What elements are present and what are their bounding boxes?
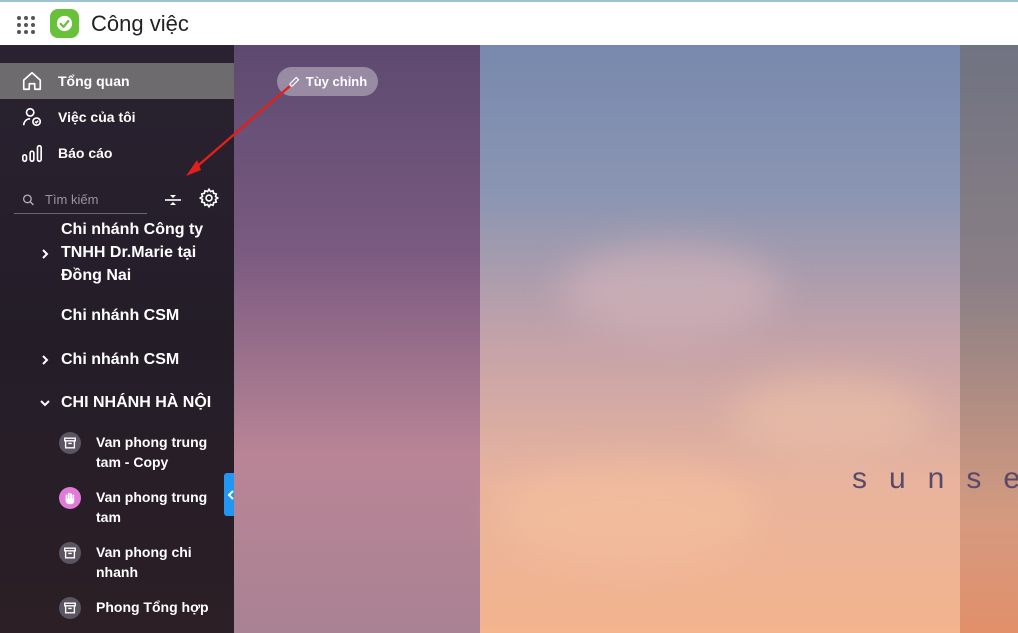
- search-input[interactable]: [43, 191, 147, 208]
- tree-item-label: Chi nhánh CSM: [61, 351, 180, 368]
- chevron-right-icon[interactable]: [38, 247, 52, 261]
- tree-item-label: CHI NHÁNH HÀ NỘI: [61, 394, 212, 411]
- home-icon: [21, 70, 43, 92]
- nav-label: Tổng quan: [58, 73, 130, 89]
- tree-item-label: Chi nhánh CSM: [61, 307, 180, 324]
- top-bar: Công việc: [0, 0, 1018, 45]
- background-panel-right: [960, 45, 1018, 633]
- archive-icon: [59, 432, 81, 454]
- archive-icon: [59, 597, 81, 619]
- search-icon: [22, 193, 34, 205]
- tree-item-csm-2[interactable]: Chi nhánh CSM: [0, 348, 234, 371]
- chevron-down-icon[interactable]: [38, 396, 52, 410]
- check-logo-icon: [50, 9, 79, 38]
- tree-item-label: Chi nhánh Công ty TNHH Dr.Marie tại Đồng…: [61, 221, 204, 284]
- app-title: Công việc: [91, 11, 189, 36]
- tree-item-dong-nai[interactable]: Chi nhánh Công ty TNHH Dr.Marie tại Đồng…: [0, 218, 234, 288]
- background-panel-left: [234, 45, 480, 633]
- pencil-icon: [288, 76, 300, 87]
- sub-item[interactable]: Van phong chi nhanh: [0, 542, 234, 584]
- hand-icon: [59, 487, 81, 509]
- sub-item-label: Van phong trung tam - Copy: [96, 434, 208, 470]
- user-check-icon: [21, 106, 43, 128]
- tree-item-ha-noi[interactable]: CHI NHÁNH HÀ NỘI: [0, 391, 234, 414]
- archive-icon: [59, 542, 81, 564]
- apps-grid-icon[interactable]: [17, 16, 35, 34]
- nav-label: Báo cáo: [58, 145, 113, 161]
- chevron-right-icon[interactable]: [38, 353, 52, 367]
- nav-item-reports[interactable]: Báo cáo: [0, 135, 234, 171]
- tree-item-csm[interactable]: Chi nhánh CSM: [0, 304, 234, 327]
- gear-icon[interactable]: [198, 187, 220, 209]
- bar-chart-icon: [21, 142, 43, 164]
- sub-item-label: Phong Tổng hợp: [96, 599, 209, 615]
- sub-item[interactable]: Van phong trung tam - Copy: [0, 432, 234, 474]
- background-text: sunse: [852, 462, 1018, 495]
- customize-button[interactable]: Tùy chỉnh: [277, 67, 378, 96]
- search-box: [14, 186, 147, 214]
- sub-item-label: Van phong trung tam: [96, 489, 208, 525]
- sub-item-label: Van phong chi nhanh: [96, 544, 192, 580]
- nav-item-overview[interactable]: Tổng quan: [0, 63, 234, 99]
- nav-label: Việc của tôi: [58, 109, 136, 125]
- sub-item[interactable]: Van phong trung tam: [0, 487, 234, 529]
- customize-label: Tùy chỉnh: [305, 74, 368, 89]
- nav-item-my-tasks[interactable]: Việc của tôi: [0, 99, 234, 135]
- sub-item[interactable]: Phong Tổng hợp: [0, 597, 234, 619]
- main-background: [234, 45, 1018, 633]
- sidebar: Tổng quan Việc của tôi Báo cáo Chi nhánh…: [0, 45, 234, 633]
- background-panel-center: [480, 45, 960, 633]
- collapse-all-icon[interactable]: [163, 190, 183, 210]
